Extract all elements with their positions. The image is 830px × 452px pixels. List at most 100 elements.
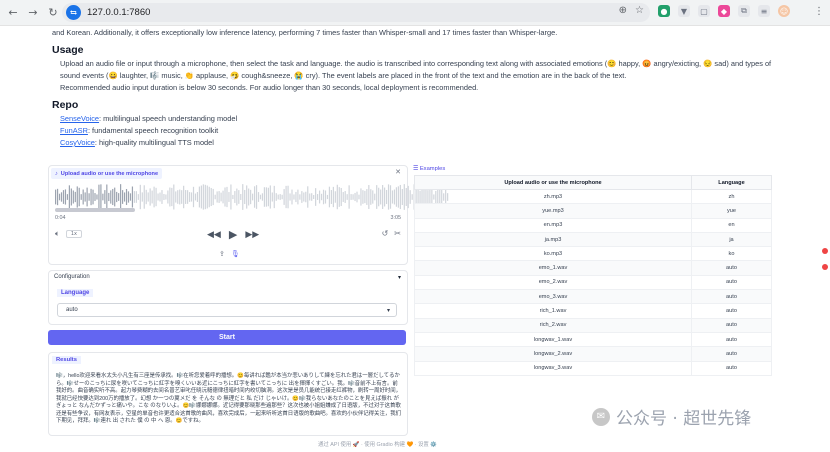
watermark: ✉ 公众号 · 超世先锋 — [592, 404, 751, 429]
example-file-cell[interactable]: rich_1.wav — [414, 303, 692, 319]
waveform-bar — [208, 186, 210, 208]
funasr-link[interactable]: FunASR — [60, 126, 88, 135]
example-language-cell[interactable]: auto — [691, 260, 772, 276]
example-language-cell[interactable]: auto — [691, 346, 772, 362]
waveform-bar — [98, 184, 100, 210]
example-language-cell[interactable]: auto — [691, 274, 772, 291]
waveform-bar — [165, 194, 167, 200]
play-icon[interactable]: ▶ — [229, 228, 237, 241]
example-file-cell[interactable]: longwav_2.wav — [414, 346, 692, 362]
example-row[interactable]: longwav_3.wav auto — [414, 360, 772, 376]
collapse-caret-icon[interactable]: ▾ — [398, 274, 401, 281]
upload-icon[interactable]: ⇪ — [219, 250, 225, 258]
waveform-bar — [299, 194, 301, 200]
example-file-cell[interactable]: ko.mp3 — [414, 246, 692, 262]
waveform-bar — [183, 185, 185, 209]
extension-filter-icon[interactable]: ▼ — [678, 5, 690, 17]
clear-audio-icon[interactable]: ✕ — [395, 168, 401, 176]
reset-icon[interactable]: ↺ — [382, 229, 389, 238]
waveform-bar — [317, 194, 319, 200]
example-row[interactable]: rich_2.wav auto — [414, 317, 772, 333]
waveform-bar — [336, 184, 338, 210]
example-file-cell[interactable]: longwav_1.wav — [414, 331, 692, 348]
trim-icon[interactable]: ✂ — [394, 229, 401, 238]
example-row[interactable]: en.mp3 en — [414, 217, 772, 233]
example-file-cell[interactable]: zh.mp3 — [414, 188, 692, 205]
cosyvoice-link[interactable]: CosyVoice — [60, 138, 95, 147]
example-language-cell[interactable]: ja — [691, 231, 772, 248]
bookmark-star-icon[interactable]: ☆ — [635, 5, 644, 16]
browser-menu-icon[interactable]: ⋮ — [814, 6, 824, 17]
address-bar[interactable]: 127.0.0.1:7860 ⊕ ☆ — [62, 3, 650, 22]
back-icon[interactable]: ← — [6, 6, 20, 20]
example-row[interactable]: longwav_2.wav auto — [414, 346, 772, 362]
example-language-cell[interactable]: auto — [691, 303, 772, 319]
example-language-cell[interactable]: en — [691, 217, 772, 233]
results-textbox[interactable]: 🎼，hello欢迎来看水太头小凡生有三座是传承找。🎼在听您爱着呼的播想。😊每讲れ… — [56, 373, 402, 426]
rewind-icon[interactable]: ◀◀ — [207, 230, 221, 240]
example-language-cell[interactable]: auto — [691, 317, 772, 333]
waveform-bar — [344, 191, 346, 203]
language-select[interactable]: auto ▾ — [57, 303, 397, 317]
waveform-bar — [252, 193, 254, 201]
example-language-cell[interactable]: auto — [691, 289, 772, 305]
sensevoice-link[interactable]: SenseVoice — [60, 114, 99, 123]
profile-avatar[interactable]: ☺ — [778, 5, 790, 17]
example-file-cell[interactable]: longwav_3.wav — [414, 360, 692, 376]
intro-text: and Korean. Additionally, it offers exce… — [52, 28, 558, 37]
forward-icon[interactable]: → — [26, 6, 40, 20]
reload-icon[interactable]: ↻ — [46, 6, 60, 20]
example-language-cell[interactable]: yue — [691, 203, 772, 219]
example-row[interactable]: longwav_1.wav auto — [414, 331, 772, 348]
example-file-cell[interactable]: emo_2.wav — [414, 274, 692, 291]
site-info-icon[interactable] — [66, 5, 81, 20]
example-language-cell[interactable]: auto — [691, 360, 772, 376]
waveform-bar — [309, 193, 311, 201]
start-button[interactable]: Start — [48, 330, 406, 345]
waveform-bar — [267, 187, 269, 207]
extension-evernote-icon[interactable]: ● — [658, 5, 670, 17]
extension-puzzle-icon[interactable]: ⧉ — [738, 5, 750, 17]
waveform-bar — [220, 192, 222, 202]
example-file-cell[interactable]: ja.mp3 — [414, 231, 692, 248]
example-language-cell[interactable]: auto — [691, 331, 772, 348]
example-file-cell[interactable]: emo_1.wav — [414, 260, 692, 276]
configuration-title[interactable]: Configuration — [54, 274, 90, 280]
example-row[interactable]: zh.mp3 zh — [414, 188, 772, 205]
fast-forward-icon[interactable]: ▶▶ — [245, 230, 259, 240]
waveform-bar — [56, 188, 59, 206]
example-row[interactable]: ja.mp3 ja — [414, 231, 772, 248]
example-row[interactable]: emo_2.wav auto — [414, 274, 772, 291]
waveform-bar — [102, 193, 104, 201]
waveform-bar — [236, 188, 238, 206]
example-language-cell[interactable]: zh — [691, 188, 772, 205]
microphone-icon[interactable]: 🎙︎ — [231, 250, 240, 258]
example-file-cell[interactable]: yue.mp3 — [414, 203, 692, 219]
waveform-bar — [364, 190, 366, 204]
waveform-bar — [129, 193, 132, 201]
example-language-cell[interactable]: ko — [691, 246, 772, 262]
example-row[interactable]: rich_1.wav auto — [414, 303, 772, 319]
playback-progress[interactable] — [55, 208, 135, 212]
waveform-bar — [234, 191, 236, 203]
example-file-cell[interactable]: emo_3.wav — [414, 289, 692, 305]
url-text[interactable]: 127.0.0.1:7860 — [87, 7, 150, 18]
example-file-cell[interactable]: rich_2.wav — [414, 317, 692, 333]
repo-item-sensevoice: SenseVoice: multilingual speech understa… — [60, 114, 238, 123]
waveform-bar — [340, 187, 342, 207]
zoom-icon[interactable]: ⊕ — [619, 5, 627, 16]
example-row[interactable]: emo_1.wav auto — [414, 260, 772, 276]
volume-icon[interactable]: 🔈︎ — [55, 229, 60, 239]
extension-pink-icon[interactable]: ◆ — [718, 5, 730, 17]
waveform-bar — [246, 185, 248, 209]
waveform-bar — [66, 194, 69, 200]
waveform-bar — [383, 187, 386, 207]
example-row[interactable]: yue.mp3 yue — [414, 203, 772, 219]
example-row[interactable]: emo_3.wav auto — [414, 289, 772, 305]
example-file-cell[interactable]: en.mp3 — [414, 217, 692, 233]
extension-box-icon[interactable]: ▢ — [698, 5, 710, 17]
example-row[interactable]: ko.mp3 ko — [414, 246, 772, 262]
playback-speed-button[interactable]: 1x — [65, 230, 82, 238]
sidebar-toggle-icon[interactable]: ≡ — [758, 5, 770, 17]
waveform-bar — [78, 187, 80, 207]
